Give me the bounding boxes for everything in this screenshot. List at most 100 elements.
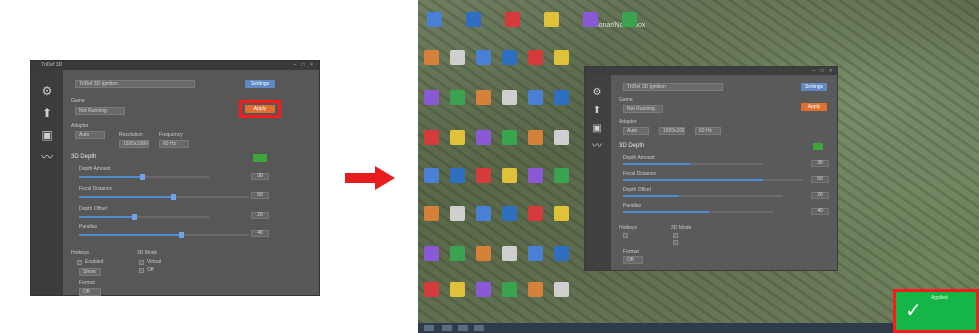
desktop-app-icon[interactable] xyxy=(424,50,439,65)
slider-track[interactable] xyxy=(79,232,249,238)
frequency-field[interactable]: 60 Hz xyxy=(695,127,721,135)
desktop-app-icon[interactable] xyxy=(450,282,465,297)
desktop-app-icon[interactable] xyxy=(528,282,543,297)
desktop-app-icon[interactable] xyxy=(502,50,517,65)
mode-radio[interactable] xyxy=(139,268,144,273)
desktop-app-icon[interactable] xyxy=(554,130,569,145)
desktop-app-icon[interactable] xyxy=(502,206,517,221)
profile-icon[interactable]: ⬆ xyxy=(40,106,54,120)
chart-icon[interactable]: 〰 xyxy=(40,150,54,164)
desktop-app-icon[interactable] xyxy=(502,130,517,145)
slider-value[interactable]: 40 xyxy=(251,230,269,237)
desktop-app-icon[interactable] xyxy=(583,12,598,27)
desktop-app-icon[interactable] xyxy=(427,12,442,27)
desktop-app-icon[interactable] xyxy=(466,12,481,27)
slider-value[interactable]: 50 xyxy=(251,192,269,199)
desktop-app-icon[interactable] xyxy=(476,130,491,145)
format-field[interactable]: Off xyxy=(79,288,101,296)
desktop-app-icon[interactable] xyxy=(424,130,439,145)
profile-field[interactable]: TriDef 3D Ignition xyxy=(623,83,723,91)
desktop-app-icon[interactable] xyxy=(450,246,465,261)
frequency-field[interactable]: 60 Hz xyxy=(159,140,189,148)
desktop-app-icon[interactable] xyxy=(450,50,465,65)
profile-button[interactable]: Settings xyxy=(245,80,275,88)
desktop-app-icon[interactable] xyxy=(502,282,517,297)
slider-handle[interactable] xyxy=(179,232,185,238)
desktop-app-icon[interactable] xyxy=(528,168,543,183)
slider-value[interactable]: 20 xyxy=(251,212,269,219)
desktop-app-icon[interactable] xyxy=(424,246,439,261)
slider-value[interactable]: 50 xyxy=(811,176,829,183)
desktop-app-icon[interactable] xyxy=(502,168,517,183)
desktop-app-icon[interactable] xyxy=(450,206,465,221)
gear-icon[interactable]: ⚙ xyxy=(591,87,603,99)
slider-value[interactable]: 20 xyxy=(811,192,829,199)
desktop-app-icon[interactable] xyxy=(502,246,517,261)
slider-handle[interactable] xyxy=(170,194,176,200)
desktop-app-icon[interactable] xyxy=(554,50,569,65)
gear-icon[interactable]: ⚙ xyxy=(40,84,54,98)
slider-value[interactable]: 30 xyxy=(251,173,269,180)
desktop-app-icon[interactable] xyxy=(528,246,543,261)
slider-value[interactable]: 40 xyxy=(811,208,829,215)
chart-icon[interactable]: 〰 xyxy=(591,141,603,153)
slider-handle[interactable] xyxy=(132,214,138,220)
resolution-field[interactable]: 1920x1080 xyxy=(119,140,149,148)
desktop-app-icon[interactable] xyxy=(554,168,569,183)
mode-radio[interactable] xyxy=(673,233,678,238)
mode-radio[interactable] xyxy=(139,260,144,265)
profile-field[interactable]: TriDef 3D Ignition xyxy=(75,80,195,88)
slider-track[interactable] xyxy=(79,214,209,220)
desktop-app-icon[interactable] xyxy=(476,90,491,105)
hotkeys-checkbox[interactable] xyxy=(77,260,82,265)
desktop-app-icon[interactable] xyxy=(528,206,543,221)
start-button[interactable] xyxy=(424,325,434,331)
desktop-app-icon[interactable] xyxy=(476,206,491,221)
resolution-field[interactable]: 1920x1080 xyxy=(659,127,685,135)
slider-value[interactable]: 30 xyxy=(811,160,829,167)
desktop-app-icon[interactable] xyxy=(450,130,465,145)
desktop-app-icon[interactable] xyxy=(424,282,439,297)
taskbar-app[interactable] xyxy=(458,325,468,331)
desktop-app-icon[interactable] xyxy=(476,50,491,65)
desktop-app-icon[interactable] xyxy=(528,50,543,65)
slider-track[interactable] xyxy=(623,195,783,197)
adapter-field[interactable]: Auto xyxy=(623,127,649,135)
profile-icon[interactable]: ⬆ xyxy=(591,105,603,117)
depth-toggle[interactable] xyxy=(813,143,823,150)
desktop-app-icon[interactable] xyxy=(622,12,637,27)
desktop-app-icon[interactable] xyxy=(450,168,465,183)
profile-button[interactable]: Settings xyxy=(801,83,827,91)
desktop-app-icon[interactable] xyxy=(424,206,439,221)
depth-toggle[interactable] xyxy=(253,154,267,162)
window-controls[interactable]: – □ × xyxy=(294,62,316,68)
slider-track[interactable] xyxy=(623,179,803,181)
desktop-app-icon[interactable] xyxy=(528,130,543,145)
desktop-app-icon[interactable] xyxy=(502,90,517,105)
slider-track[interactable] xyxy=(623,163,763,165)
desktop-app-icon[interactable] xyxy=(505,12,520,27)
slider-track[interactable] xyxy=(79,194,249,200)
hotkeys-checkbox[interactable] xyxy=(623,233,628,238)
desktop-app-icon[interactable] xyxy=(424,90,439,105)
desktop-app-icon[interactable] xyxy=(476,246,491,261)
desktop-app-icon[interactable] xyxy=(528,90,543,105)
slider-track[interactable] xyxy=(79,174,209,180)
desktop-app-icon[interactable] xyxy=(450,90,465,105)
game-field[interactable]: Not Running xyxy=(75,107,125,115)
desktop-app-icon[interactable] xyxy=(554,282,569,297)
game-field[interactable]: Not Running xyxy=(623,105,663,113)
display-icon[interactable]: ▣ xyxy=(40,128,54,142)
desktop-app-icon[interactable] xyxy=(476,168,491,183)
desktop-app-icon[interactable] xyxy=(554,206,569,221)
slider-track[interactable] xyxy=(623,211,773,213)
apply-button[interactable]: Apply xyxy=(801,103,827,111)
desktop-app-icon[interactable] xyxy=(476,282,491,297)
slider-handle[interactable] xyxy=(140,174,146,180)
desktop-app-icon[interactable] xyxy=(554,246,569,261)
desktop-app-icon[interactable] xyxy=(544,12,559,27)
display-icon[interactable]: ▣ xyxy=(591,123,603,135)
taskbar-app[interactable] xyxy=(442,325,452,331)
taskbar-app[interactable] xyxy=(474,325,484,331)
hotkeys-field[interactable]: Show xyxy=(79,268,101,276)
